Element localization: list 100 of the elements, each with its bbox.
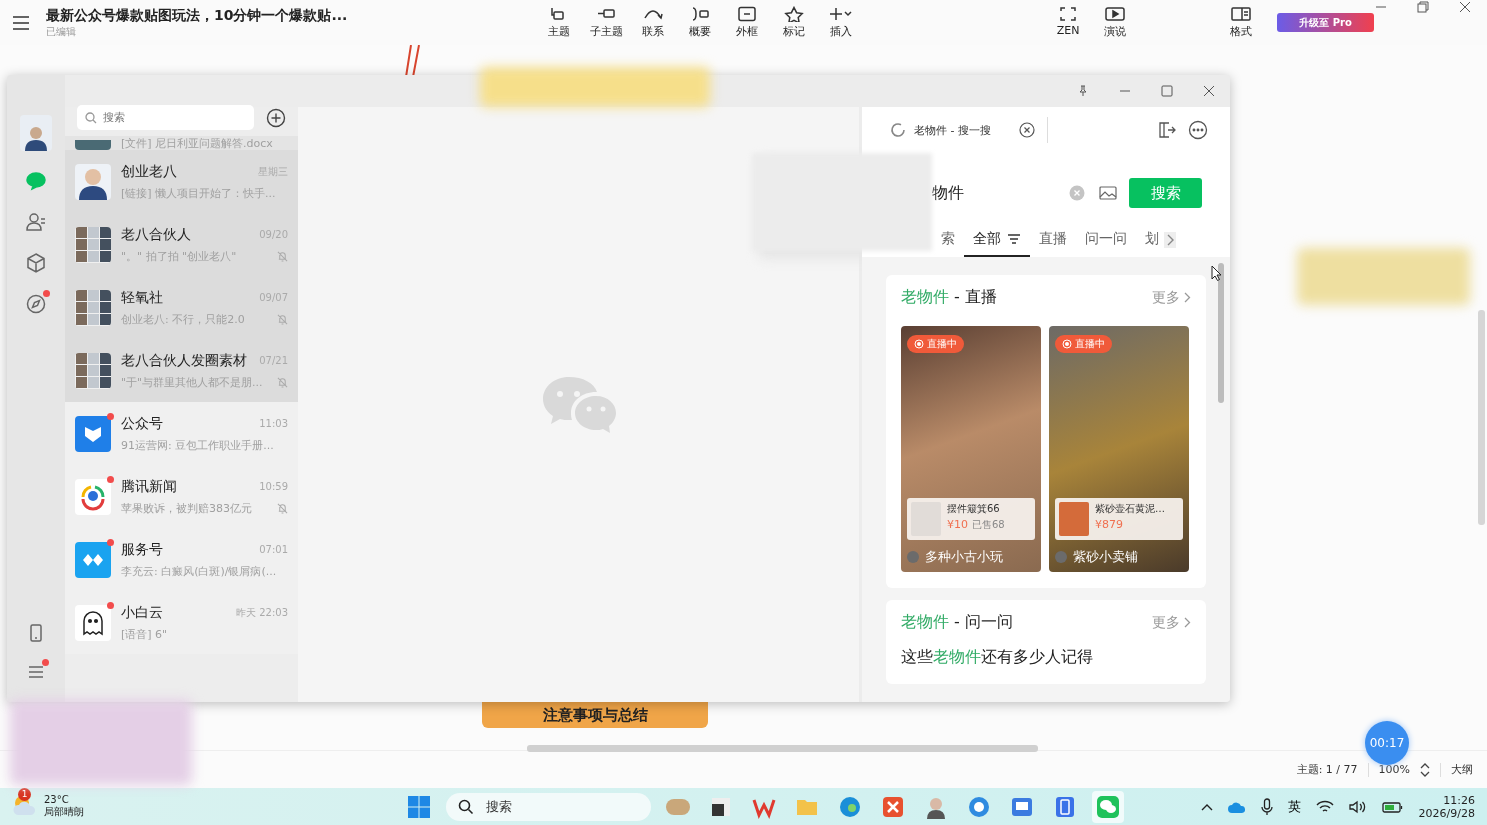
more-icon[interactable] <box>1188 120 1208 140</box>
chat-name: 创业老八 <box>121 162 177 181</box>
toolbar-button[interactable]: 标记 <box>772 6 816 39</box>
start-icon[interactable] <box>407 794 431 819</box>
chevron-up-icon[interactable] <box>1200 802 1213 811</box>
chat-logo-icon <box>540 374 617 435</box>
toolbar-button[interactable]: 联系 <box>631 6 675 39</box>
box-icon[interactable] <box>25 252 47 274</box>
search-field[interactable]: 物件 <box>932 177 1117 209</box>
photo-placeholder <box>75 140 111 150</box>
product-price: ¥10 <box>947 518 968 531</box>
restore-icon[interactable] <box>1417 1 1429 13</box>
live-badge: 直播中 <box>907 335 964 353</box>
product-card[interactable]: 摆件簸箕66 ¥10 已售68 <box>907 498 1035 540</box>
search-field[interactable]: 搜索 <box>77 105 254 130</box>
avatar <box>75 163 111 200</box>
filter-tab[interactable]: 划 <box>1136 223 1168 257</box>
weather-condition: 局部晴朗 <box>44 805 84 819</box>
question-title[interactable]: 这些老物件还有多少人记得 <box>901 647 1191 668</box>
chevron-right-icon <box>1184 292 1191 303</box>
chevron-right-icon <box>1184 617 1191 628</box>
contacts-icon[interactable] <box>25 211 47 233</box>
cloud-icon[interactable] <box>1227 800 1246 813</box>
chat-name: 腾讯新闻 <box>121 477 177 496</box>
loading-icon <box>890 122 906 138</box>
taskbar-search[interactable]: 搜索 <box>446 792 651 821</box>
close-icon[interactable] <box>1018 122 1035 138</box>
temperature: 23°C <box>44 794 70 805</box>
chat-name: 小白云 <box>121 603 163 622</box>
toolbar-button[interactable]: 格式 <box>1219 6 1263 39</box>
chat-name: 老八合伙人发圈素材 <box>121 351 247 370</box>
chevron-right-icon[interactable] <box>1164 232 1176 248</box>
cartoon-avatar <box>75 604 111 641</box>
connector-line <box>403 45 423 77</box>
official-account-icon <box>75 415 111 452</box>
product-card[interactable]: 紫砂壶石黄泥… ¥879 <box>1055 498 1183 540</box>
wifi-icon[interactable] <box>1315 799 1334 814</box>
volume-icon[interactable] <box>1348 799 1367 814</box>
add-icon[interactable] <box>266 107 286 128</box>
image-icon[interactable] <box>1099 185 1117 201</box>
topic-count: 主题: 1 / 77 <box>1296 762 1358 777</box>
microphone-icon[interactable] <box>1260 797 1273 816</box>
chat-app-icon <box>1096 794 1120 819</box>
filter-tab[interactable]: 全部 <box>964 223 1030 257</box>
toolbar-button[interactable]: 插入 <box>819 6 863 39</box>
play-icon <box>1104 6 1126 22</box>
user-avatar[interactable] <box>20 115 52 151</box>
live-stream-card[interactable]: 直播中 摆件簸箕66 ¥10 已售68 多种小古小玩 <box>901 326 1041 572</box>
message-preview: [文件] 尼日利亚问题解答.docx <box>121 138 273 150</box>
outline-button[interactable]: 大纲 <box>1451 762 1473 777</box>
upgrade-button[interactable]: 升级至 Pro <box>1277 13 1374 32</box>
frame-icon <box>736 6 758 22</box>
input-method-indicator[interactable]: 英 <box>1287 797 1301 816</box>
group-avatar <box>75 226 111 263</box>
clock-time[interactable]: 11:26 <box>1443 793 1475 807</box>
chat-time: 10:59 <box>259 481 288 492</box>
toolbar-button[interactable]: 演说 <box>1093 6 1137 39</box>
group-avatar <box>75 289 111 326</box>
scrollbar[interactable] <box>527 745 1038 752</box>
compass-icon[interactable] <box>25 293 47 315</box>
zoom-level[interactable]: 100% <box>1378 763 1410 776</box>
filter-tab[interactable]: 索 <box>932 223 964 257</box>
message-preview: [语音] 6" <box>121 626 168 642</box>
clock-date[interactable]: 2026/9/28 <box>1418 806 1475 820</box>
toolbar-button[interactable]: ZEN <box>1046 6 1090 39</box>
chat-name: 公众号 <box>121 414 163 433</box>
mindmap-node[interactable]: 注意事项与总结 <box>482 702 708 728</box>
channel-avatar <box>907 551 919 563</box>
message-preview: 苹果败诉，被判赔383亿元 <box>121 500 252 516</box>
group-avatar <box>75 352 111 389</box>
zoom-stepper-icon[interactable] <box>1420 761 1430 778</box>
close-icon[interactable] <box>1459 1 1471 13</box>
toolbar-button[interactable]: 子主题 <box>584 6 628 39</box>
scrollbar[interactable] <box>1478 310 1485 525</box>
live-stream-card[interactable]: 直播中 紫砂壶石黄泥… ¥879 紫砂小卖铺 <box>1049 326 1189 572</box>
close-icon[interactable] <box>1203 85 1215 97</box>
globe-icon <box>967 794 991 819</box>
toolbar-button[interactable]: 外框 <box>725 6 769 39</box>
chat-name: 老八合伙人 <box>121 225 191 244</box>
filter-tab[interactable]: 直播 <box>1030 223 1076 257</box>
cross-app-icon <box>881 794 905 819</box>
filter-icon[interactable] <box>1007 234 1021 244</box>
chat-time: 11:03 <box>259 418 288 429</box>
maximize-icon[interactable] <box>1161 85 1173 97</box>
open-window-icon[interactable] <box>1158 121 1176 139</box>
filter-tab[interactable]: 问一问 <box>1076 223 1136 257</box>
channel-avatar <box>1055 551 1067 563</box>
cursor-icon <box>1211 265 1222 281</box>
chat-name: 轻氧社 <box>121 288 163 307</box>
pin-icon[interactable] <box>1077 85 1089 97</box>
scrollbar[interactable] <box>1218 263 1224 403</box>
tab-title: 老物件 - 搜一搜 <box>914 122 991 138</box>
menu-icon[interactable] <box>12 15 30 30</box>
channel-name: 紫砂小卖铺 <box>1073 548 1138 566</box>
sold-count: 已售68 <box>972 518 1005 532</box>
toolbar-button[interactable]: 主题 <box>537 6 581 39</box>
toolbar-button[interactable]: 概要 <box>678 6 722 39</box>
chat-name: 服务号 <box>121 540 163 559</box>
search-icon <box>458 798 474 815</box>
battery-icon[interactable] <box>1381 799 1404 814</box>
